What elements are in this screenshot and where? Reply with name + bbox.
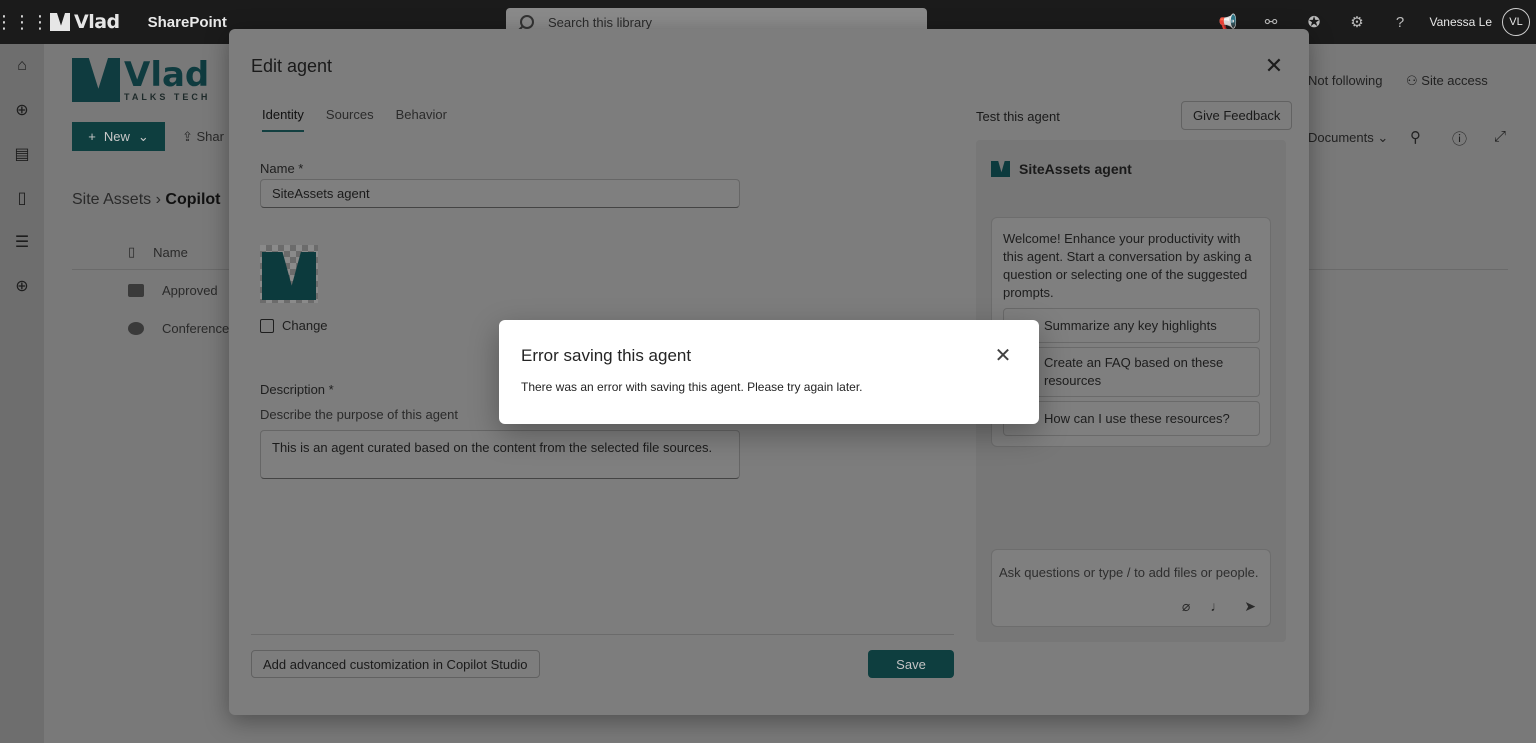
dialog-message: There was an error with saving this agen… [521,380,863,394]
close-icon[interactable]: ✕ [993,346,1013,366]
error-dialog: Error saving this agent ✕ There was an e… [499,320,1039,424]
dialog-title: Error saving this agent [521,346,692,365]
